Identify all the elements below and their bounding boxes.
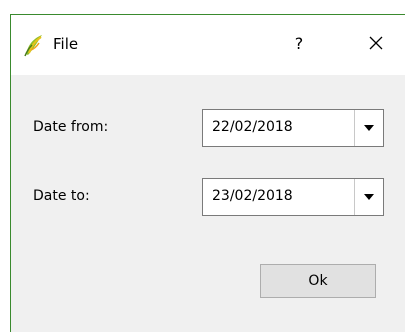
date-to-dropdown-button[interactable]	[354, 179, 383, 215]
help-button[interactable]: ?	[281, 27, 317, 61]
file-dialog: File ? Date from: 22/02/2018 Date to: 23…	[10, 14, 405, 332]
title-bar: File ?	[11, 15, 405, 75]
qgis-logo-icon	[23, 33, 45, 57]
date-from-value: 22/02/2018	[212, 119, 293, 135]
close-icon	[369, 36, 383, 50]
chevron-down-icon	[364, 125, 374, 131]
date-to-value: 23/02/2018	[212, 188, 293, 204]
date-from-combobox[interactable]: 22/02/2018	[202, 109, 384, 147]
chevron-down-icon	[364, 194, 374, 200]
date-from-label: Date from:	[33, 119, 109, 135]
date-to-combobox[interactable]: 23/02/2018	[202, 178, 384, 216]
ok-button[interactable]: Ok	[260, 264, 376, 298]
close-button[interactable]	[358, 27, 394, 61]
date-from-dropdown-button[interactable]	[354, 110, 383, 146]
date-to-label: Date to:	[33, 188, 90, 204]
window-title: File	[53, 35, 79, 53]
